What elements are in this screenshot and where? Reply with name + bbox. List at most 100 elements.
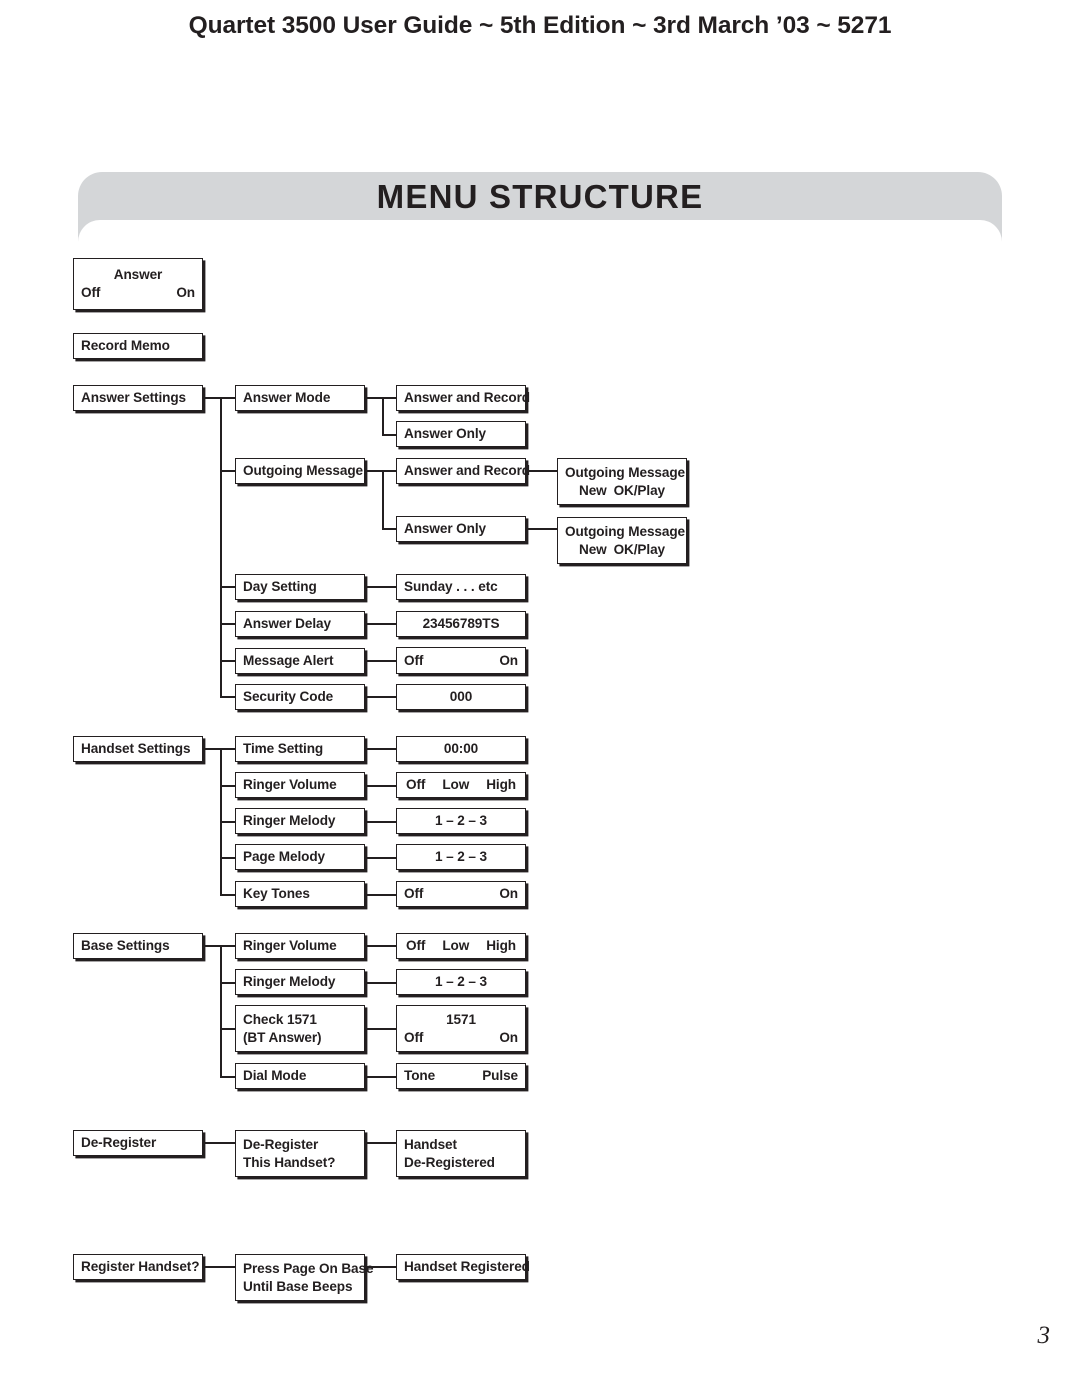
hs-ringer-volume-low: Low bbox=[442, 777, 470, 793]
dial-mode-options: Tone Pulse bbox=[404, 1067, 518, 1085]
answer-delay-label: Answer Delay bbox=[243, 616, 331, 632]
answer-toggle-off: Off bbox=[81, 285, 101, 300]
node-dial-mode: Dial Mode bbox=[235, 1063, 365, 1089]
node-answer-toggle: Answer Off On bbox=[73, 258, 203, 310]
node-register-done: Handset Registered bbox=[396, 1254, 530, 1280]
key-tones-options: Off On bbox=[404, 885, 518, 903]
day-setting-label: Day Setting bbox=[243, 579, 317, 595]
wire-to-hs-ringer-melody bbox=[220, 821, 235, 823]
wire-hs-ringer-melody-to-value bbox=[365, 821, 396, 823]
node-bs-ringer-volume-value: Off Low High bbox=[396, 933, 526, 959]
wire-to-key-tones bbox=[220, 894, 235, 896]
answer-delay-value-label: 23456789TS bbox=[422, 616, 500, 632]
node-answer-mode: Answer Mode bbox=[235, 385, 365, 411]
deregister-done-line1: Handset bbox=[404, 1136, 457, 1152]
wire-to-answer-mode-opt1 bbox=[382, 397, 397, 399]
menu-structure-diagram: Answer Off On Record Memo Answer Setting… bbox=[0, 0, 1080, 1386]
check-1571-label-line2: (BT Answer) bbox=[243, 1029, 322, 1045]
wire-base-settings-trunk bbox=[220, 945, 222, 1076]
message-alert-off: Off bbox=[404, 652, 424, 668]
wire-to-ogm-opt1 bbox=[382, 470, 397, 472]
register-instruct-line2: Until Base Beeps bbox=[243, 1278, 353, 1294]
handset-settings-label: Handset Settings bbox=[81, 741, 191, 757]
message-alert-options: Off On bbox=[404, 652, 518, 670]
hs-ringer-volume-options: Off Low High bbox=[404, 776, 518, 794]
message-alert-on: On bbox=[499, 652, 518, 668]
node-time-setting-value: 00:00 bbox=[396, 736, 526, 762]
wire-key-tones-to-value bbox=[365, 894, 396, 896]
outgoing-message-label: Outgoing Message bbox=[243, 463, 364, 479]
key-tones-off: Off bbox=[404, 886, 424, 902]
node-security-code-value: 000 bbox=[396, 684, 526, 710]
bs-ringer-volume-off: Off bbox=[406, 938, 426, 954]
wire-to-hs-ringer-volume bbox=[220, 785, 235, 787]
wire-day-setting-to-value bbox=[365, 586, 396, 588]
answer-toggle-options: Off On bbox=[81, 284, 195, 302]
node-answer-delay-value: 23456789TS bbox=[396, 611, 526, 637]
bs-ringer-volume-label: Ringer Volume bbox=[243, 938, 337, 954]
bs-ringer-volume-high: High bbox=[486, 938, 516, 954]
node-ogm-panel2: Outgoing Message New OK/Play bbox=[557, 517, 687, 564]
node-time-setting: Time Setting bbox=[235, 736, 365, 762]
ogm-panel1-new: New bbox=[579, 482, 607, 498]
key-tones-label: Key Tones bbox=[243, 886, 310, 902]
bs-ringer-volume-low: Low bbox=[442, 938, 470, 954]
wire-check-1571-to-value bbox=[365, 1028, 396, 1030]
node-register-instruct: Press Page On Base Until Base Beeps bbox=[235, 1254, 374, 1301]
node-message-alert-value: Off On bbox=[396, 647, 526, 674]
check-1571-value-number: 1571 bbox=[446, 1011, 476, 1027]
answer-toggle-title: Answer bbox=[113, 267, 163, 283]
wire-outgoing-message-stub bbox=[365, 470, 383, 472]
wire-base-settings-stub bbox=[203, 945, 221, 947]
node-register-handset: Register Handset? bbox=[73, 1254, 203, 1280]
node-deregister-confirm: De-Register This Handset? bbox=[235, 1130, 365, 1177]
ogm-panel2-new: New bbox=[579, 541, 607, 557]
ogm-panel2-options: New OK/Play bbox=[565, 541, 679, 559]
node-hs-ringer-melody-value: 1 – 2 – 3 bbox=[396, 808, 526, 834]
record-memo-label: Record Memo bbox=[81, 338, 170, 354]
page-melody-label: Page Melody bbox=[243, 849, 325, 865]
bs-ringer-volume-options: Off Low High bbox=[404, 937, 518, 955]
wire-handset-settings-stub bbox=[203, 748, 221, 750]
answer-mode-opt1-label: Answer and Record bbox=[404, 390, 530, 406]
wire-outgoing-message-trunk bbox=[382, 470, 384, 528]
register-instruct-line1: Press Page On Base bbox=[243, 1260, 374, 1276]
deregister-confirm-line2: This Handset? bbox=[243, 1154, 336, 1170]
wire-answer-settings-trunk bbox=[220, 397, 222, 697]
wire-to-message-alert bbox=[220, 660, 235, 662]
wire-to-ogm-opt2 bbox=[382, 528, 397, 530]
hs-ringer-volume-high: High bbox=[486, 777, 516, 793]
deregister-label: De-Register bbox=[81, 1135, 157, 1151]
wire-to-outgoing-message bbox=[220, 470, 235, 472]
wire-to-time-setting bbox=[220, 748, 235, 750]
wire-to-dial-mode bbox=[220, 1076, 235, 1078]
wire-to-check-1571 bbox=[220, 1028, 235, 1030]
node-deregister: De-Register bbox=[73, 1130, 203, 1156]
register-done-label: Handset Registered bbox=[404, 1259, 530, 1275]
base-settings-label: Base Settings bbox=[81, 938, 170, 954]
wire-answer-mode-trunk bbox=[382, 397, 384, 435]
wire-to-answer-mode-opt2 bbox=[382, 434, 397, 436]
page-melody-value-label: 1 – 2 – 3 bbox=[434, 849, 487, 865]
node-security-code: Security Code bbox=[235, 684, 365, 710]
wire-time-setting-to-value bbox=[365, 748, 396, 750]
hs-ringer-volume-off: Off bbox=[406, 777, 426, 793]
ogm-panel1-options: New OK/Play bbox=[565, 482, 679, 500]
ogm-panel1-title: Outgoing Message bbox=[565, 464, 686, 480]
node-check-1571-value: 1571 Off On bbox=[396, 1005, 526, 1052]
node-deregister-done: Handset De-Registered bbox=[396, 1130, 526, 1177]
node-hs-ringer-volume-value: Off Low High bbox=[396, 772, 526, 798]
node-answer-delay: Answer Delay bbox=[235, 611, 365, 637]
node-check-1571: Check 1571 (BT Answer) bbox=[235, 1005, 365, 1052]
answer-mode-opt2-label: Answer Only bbox=[404, 426, 486, 442]
node-handset-settings: Handset Settings bbox=[73, 736, 203, 762]
security-code-label: Security Code bbox=[243, 689, 334, 705]
node-page-melody-value: 1 – 2 – 3 bbox=[396, 844, 526, 870]
node-answer-mode-opt2: Answer Only bbox=[396, 421, 526, 447]
check-1571-on: On bbox=[499, 1029, 518, 1045]
ogm-opt1-label: Answer and Record bbox=[404, 463, 530, 479]
wire-confirm-to-deregistered bbox=[365, 1142, 396, 1144]
bs-ringer-melody-value-label: 1 – 2 – 3 bbox=[434, 974, 487, 990]
node-dial-mode-value: Tone Pulse bbox=[396, 1063, 526, 1089]
node-day-setting-value: Sunday . . . etc bbox=[396, 574, 526, 600]
